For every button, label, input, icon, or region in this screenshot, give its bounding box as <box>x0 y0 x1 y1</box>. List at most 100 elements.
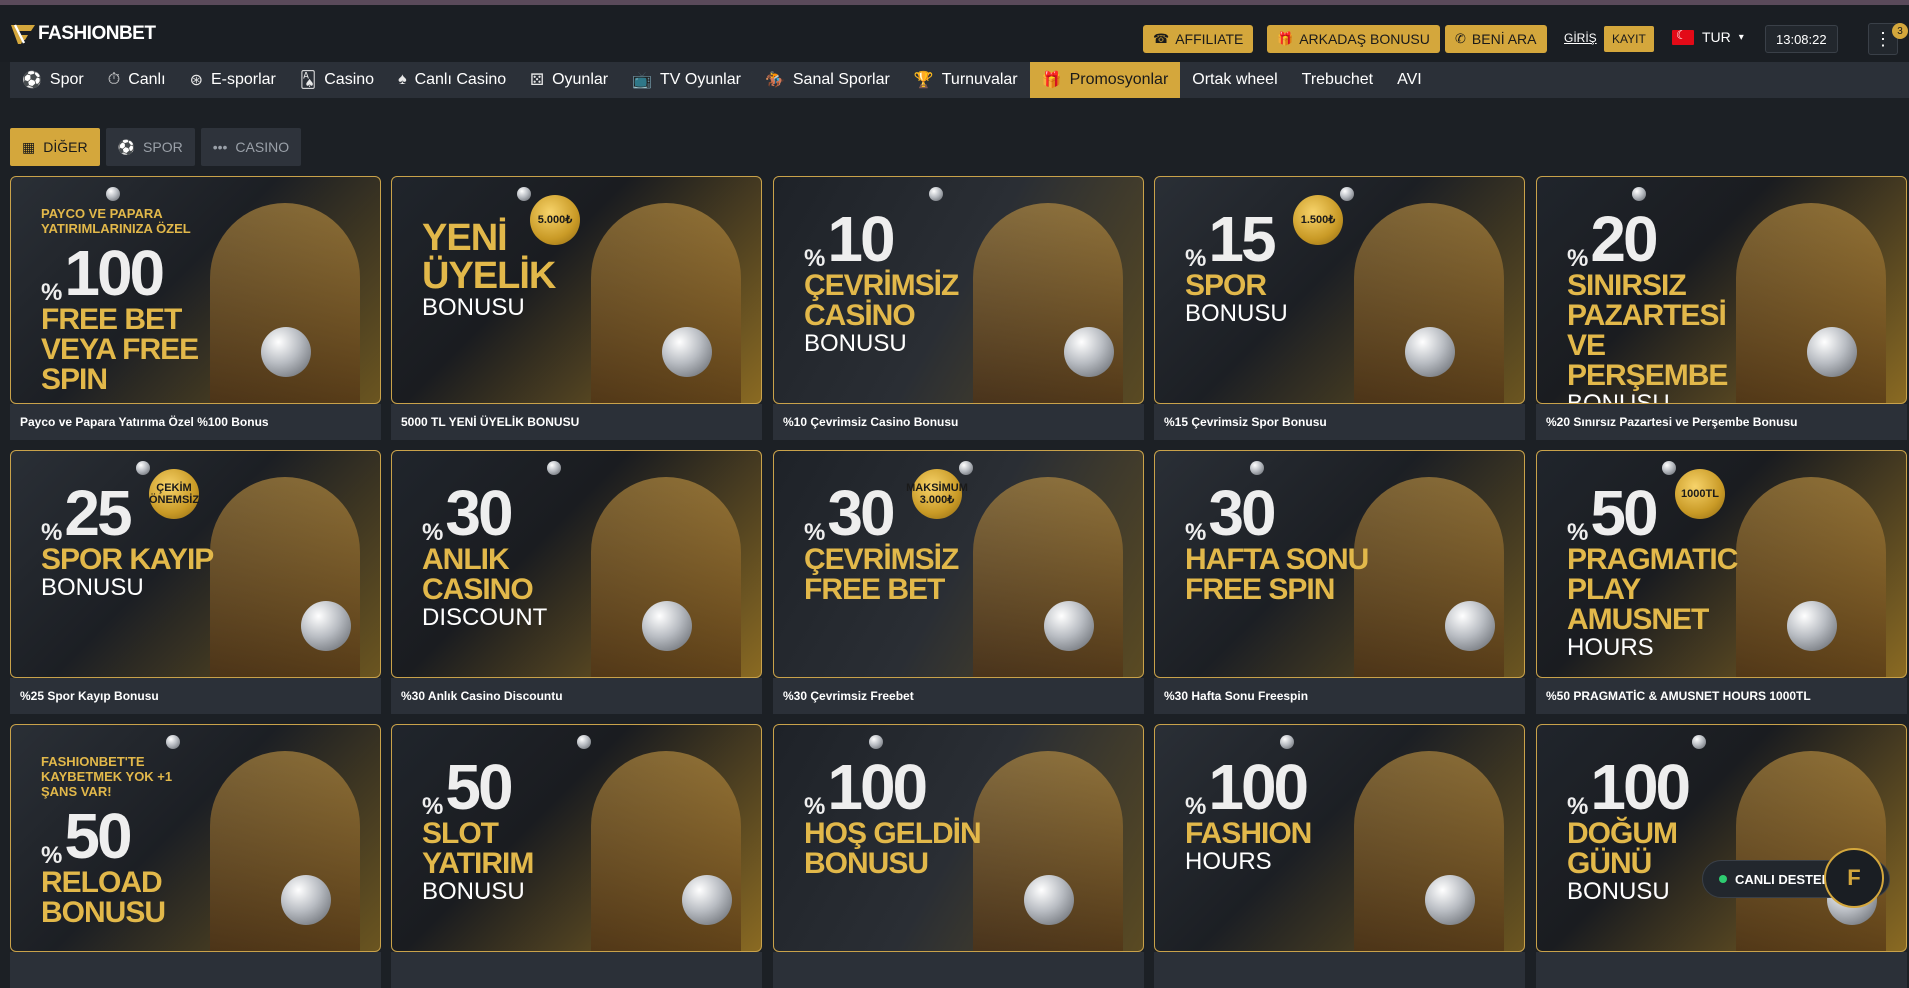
silver-ball-decoration <box>1405 327 1455 377</box>
promo-text: %50 SLOT YATIRIM BONUSU <box>422 755 612 905</box>
promo-percent-value: 50 <box>64 799 132 872</box>
percent-sign: % <box>1185 245 1207 272</box>
promotion-card[interactable]: YENİ ÜYELİK BONUSU 5.000₺ 5000 TL YENİ ÜYEL… <box>391 176 762 440</box>
promotion-banner[interactable]: %100 DOĞUM GÜNÜ BONUSU <box>1536 724 1907 952</box>
nav-sanal-sporlar[interactable]: 🏇 Sanal Sporlar <box>753 62 902 98</box>
silver-ball-decoration <box>662 327 712 377</box>
silver-ball-decoration <box>1445 601 1495 651</box>
promotion-card[interactable]: %100 FASHION HOURS <box>1154 724 1525 988</box>
promotion-title[interactable] <box>1154 952 1525 988</box>
promo-percent-value: 100 <box>1208 751 1309 823</box>
promotion-card[interactable]: FASHIONBET'TE KAYBETMEK YOK +1 ŞANS VAR!… <box>10 724 381 988</box>
register-button[interactable]: KAYIT <box>1604 26 1654 52</box>
silver-ball-decoration <box>959 461 973 475</box>
promotion-banner[interactable]: %30 HAFTA SONU FREE SPIN <box>1154 450 1525 678</box>
promotion-banner[interactable]: PAYCO VE PAPARA YATIRIMLARINIZA ÖZEL %100… <box>10 176 381 404</box>
promotion-card[interactable]: %50 SLOT YATIRIM BONUSU <box>391 724 762 988</box>
promotion-title[interactable]: %30 Anlık Casino Discountu <box>391 678 762 714</box>
nav-oyunlar[interactable]: ⚄ Oyunlar <box>518 62 620 98</box>
dealer-icon: ♠ <box>398 71 407 88</box>
promotion-title[interactable]: %20 Sınırsız Pazartesi ve Perşembe Bonus… <box>1536 404 1907 440</box>
promotion-title[interactable]: %15 Çevrimsiz Spor Bonusu <box>1154 404 1525 440</box>
promotion-banner[interactable]: %100 HOŞ GELDİN BONUSU <box>773 724 1144 952</box>
nav-ortak-wheel[interactable]: Ortak wheel <box>1180 62 1289 98</box>
promotion-title[interactable] <box>1536 952 1907 988</box>
promotion-card[interactable]: %50 PRAGMATIC PLAY AMUSNET HOURS 1000TL %50 … <box>1536 450 1907 714</box>
promotion-title[interactable]: 5000 TL YENİ ÜYELİK BONUSU <box>391 404 762 440</box>
nav-canli[interactable]: ⏱ Canlı <box>96 62 178 98</box>
promotion-title[interactable] <box>773 952 1144 988</box>
promo-percent-value: 10 <box>827 203 895 275</box>
nav-casino[interactable]: 🂡 Casino <box>288 62 386 98</box>
promotion-title[interactable]: %25 Spor Kayıp Bonusu <box>10 678 381 714</box>
promotion-banner[interactable]: %50 SLOT YATIRIM BONUSU <box>391 724 762 952</box>
language-selector[interactable]: TUR ▾ <box>1672 28 1744 45</box>
promotion-title[interactable]: %50 PRAGMATİC & AMUSNET HOURS 1000TL <box>1536 678 1907 714</box>
promotion-title[interactable]: %30 Çevrimsiz Freebet <box>773 678 1144 714</box>
promo-percent-value: 30 <box>827 477 895 549</box>
promotion-banner[interactable]: %20 SINIRSIZ PAZARTESİ VE PERŞEMBE BONUSU <box>1536 176 1907 404</box>
promotion-card[interactable]: %10 ÇEVRİMSİZ CASİNO BONUSU %10 Çevrimsiz C… <box>773 176 1144 440</box>
call-me-button[interactable]: ✆ BENİ ARA <box>1445 25 1547 53</box>
nav-turnuvalar[interactable]: 🏆 Turnuvalar <box>902 62 1030 98</box>
promo-percent: %100 <box>1185 755 1375 819</box>
promotion-card[interactable]: %15 SPOR BONUSU 1.500₺ %15 Çevrimsiz Spor Bo… <box>1154 176 1525 440</box>
virtual-sport-icon: 🏇 <box>764 72 785 89</box>
promo-text: %30 HAFTA SONU FREE SPIN <box>1185 481 1375 605</box>
trophy-icon: 🏆 <box>913 72 934 89</box>
promo-text: %10 ÇEVRİMSİZ CASİNO BONUSU <box>804 207 994 357</box>
promo-percent: %100 <box>1567 755 1757 819</box>
friend-bonus-button[interactable]: 🎁 ARKADAŞ BONUSU <box>1267 25 1440 53</box>
promotion-banner[interactable]: %10 ÇEVRİMSİZ CASİNO BONUSU <box>773 176 1144 404</box>
nav-trebuchet[interactable]: Trebuchet <box>1290 62 1385 98</box>
promotion-banner[interactable]: %15 SPOR BONUSU 1.500₺ <box>1154 176 1525 404</box>
promotion-card[interactable]: %30 ANLIK CASINO DISCOUNT %30 Anlık Casino … <box>391 450 762 714</box>
nav-label: E-sporlar <box>210 71 276 88</box>
promotion-card[interactable]: %30 HAFTA SONU FREE SPIN %30 Hafta Sonu Fr… <box>1154 450 1525 714</box>
nav-label: Canlı Casino <box>414 71 507 88</box>
promotion-title[interactable]: %30 Hafta Sonu Freespin <box>1154 678 1525 714</box>
promo-percent: %30 <box>422 481 612 545</box>
promotion-card[interactable]: %20 SINIRSIZ PAZARTESİ VE PERŞEMBE BONUSU%… <box>1536 176 1907 440</box>
login-link[interactable]: GİRİŞ <box>1564 31 1597 45</box>
promotion-banner[interactable]: %100 FASHION HOURS <box>1154 724 1525 952</box>
nav-canli-casino[interactable]: ♠ Canlı Casino <box>386 62 518 98</box>
affiliate-button[interactable]: ☎ AFFILIATE <box>1143 25 1254 53</box>
promotion-banner[interactable]: %30 ÇEVRİMSİZ FREE BET MAKSİMUM 3.000₺ <box>773 450 1144 678</box>
promo-tagline: FASHIONBET'TE KAYBETMEK YOK +1 ŞANS VAR! <box>41 754 173 799</box>
promotion-banner[interactable]: YENİ ÜYELİK BONUSU 5.000₺ <box>391 176 762 404</box>
promotion-title[interactable] <box>10 952 381 988</box>
nav-esporlar[interactable]: ⊛ E-sporlar <box>178 62 288 98</box>
promotion-card[interactable]: %30 ÇEVRİMSİZ FREE BET MAKSİMUM 3.000₺ %30 … <box>773 450 1144 714</box>
filter-casino[interactable]: ••• CASINO <box>200 128 302 166</box>
promotion-banner[interactable]: FASHIONBET'TE KAYBETMEK YOK +1 ŞANS VAR!… <box>10 724 381 952</box>
nav-avi[interactable]: AVI <box>1385 62 1434 98</box>
promotion-banner[interactable]: %25 SPOR KAYIP BONUSU ÇEKİM ÖNEMSİZ <box>10 450 381 678</box>
nav-promosyonlar[interactable]: 🎁 Promosyonlar <box>1029 62 1181 98</box>
promo-figure <box>210 751 360 951</box>
nav-spor[interactable]: ⚽ Spor <box>10 62 96 98</box>
kebab-icon: ⋮ <box>1874 28 1892 49</box>
promo-figure <box>591 203 741 403</box>
promo-figure <box>973 477 1123 677</box>
promotion-card[interactable]: %100 HOŞ GELDİN BONUSU <box>773 724 1144 988</box>
silver-ball-decoration <box>1044 601 1094 651</box>
promo-percent-value: 20 <box>1590 203 1658 275</box>
promotion-title[interactable] <box>391 952 762 988</box>
percent-sign: % <box>422 519 444 546</box>
promotion-card[interactable]: %25 SPOR KAYIP BONUSU ÇEKİM ÖNEMSİZ %25 Spor… <box>10 450 381 714</box>
brand-logo[interactable]: FASHIONBET <box>10 23 156 45</box>
promo-text: %20 SINIRSIZ PAZARTESİ VE PERŞEMBE BONUSU <box>1567 207 1757 403</box>
promo-subline: HOURS <box>1567 634 1654 661</box>
support-logo-icon[interactable]: F <box>1824 848 1884 908</box>
nav-tv-oyunlar[interactable]: 📺 TV Oyunlar <box>620 62 753 98</box>
promotion-title[interactable]: %10 Çevrimsiz Casino Bonusu <box>773 404 1144 440</box>
promotion-card[interactable]: PAYCO VE PAPARA YATIRIMLARINIZA ÖZEL %100… <box>10 176 381 440</box>
filter-diger[interactable]: ▦ DİĞER <box>10 128 100 166</box>
promotion-banner[interactable]: %50 PRAGMATIC PLAY AMUSNET HOURS 1000TL <box>1536 450 1907 678</box>
promotion-banner[interactable]: %30 ANLIK CASINO DISCOUNT <box>391 450 762 678</box>
promo-headline: HOŞ GELDİN BONUSU <box>804 817 982 880</box>
promotion-title[interactable]: Payco ve Papara Yatırıma Özel %100 Bonus <box>10 404 381 440</box>
filter-spor[interactable]: ⚽ SPOR <box>105 128 195 166</box>
promo-headline: ÇEVRİMSİZ CASİNO <box>804 269 959 332</box>
